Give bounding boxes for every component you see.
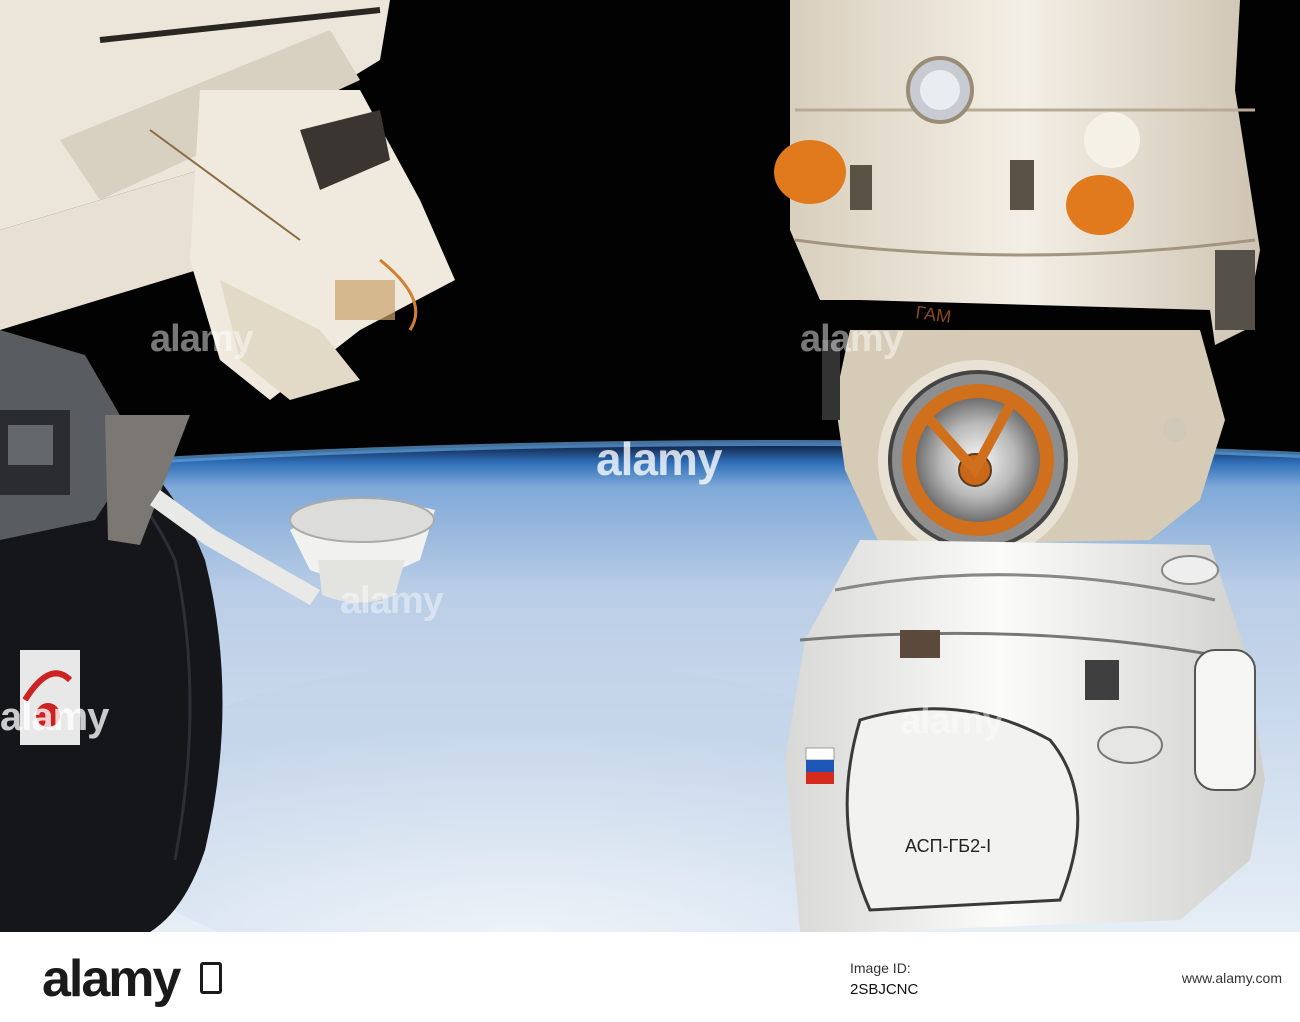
watermark-upper-left: alamy [150,318,254,360]
porthole-glass [920,70,960,110]
connector-block-left [850,165,872,210]
watermark-upper-right: alamy [800,318,904,360]
watermark-mid-right: alamy [900,700,1004,742]
side-port-cover [1194,649,1256,791]
logo-frame-icon [200,962,222,994]
small-antenna [1097,726,1163,764]
equipment-unit [1085,660,1119,700]
watermark-left: alamy [0,695,109,739]
image-id-block: Image ID: 2SBJCNC [850,958,918,1000]
side-box [1215,250,1255,330]
stock-footer: alamy Image ID: 2SBJCNC www.alamy.com [0,932,1300,1022]
orange-cover-right [1066,175,1134,235]
watermark-center: alamy [596,433,722,485]
image-id-label: Image ID: [850,960,911,976]
russian-flag [805,747,835,784]
image-id-value: 2SBJCNC [850,981,919,998]
dish-rim [289,497,435,543]
equipment-box [900,630,940,658]
footer-logo[interactable]: alamy [42,949,181,1009]
footer-url[interactable]: www.alamy.com [1182,970,1282,986]
upper-antenna [1161,555,1219,585]
connector-block [1010,160,1034,210]
window-glass [8,425,53,465]
fitting [1163,418,1187,442]
photo-scene: ГАМ АСП-ГБ2-I alamy alamy alamy alamy al… [0,0,1300,932]
round-cover [1084,112,1140,168]
arm-decal [335,280,395,320]
watermark-mid-left: alamy [340,580,444,622]
port-label: АСП-ГБ2-I [905,836,991,856]
orange-cover-left [774,140,846,204]
